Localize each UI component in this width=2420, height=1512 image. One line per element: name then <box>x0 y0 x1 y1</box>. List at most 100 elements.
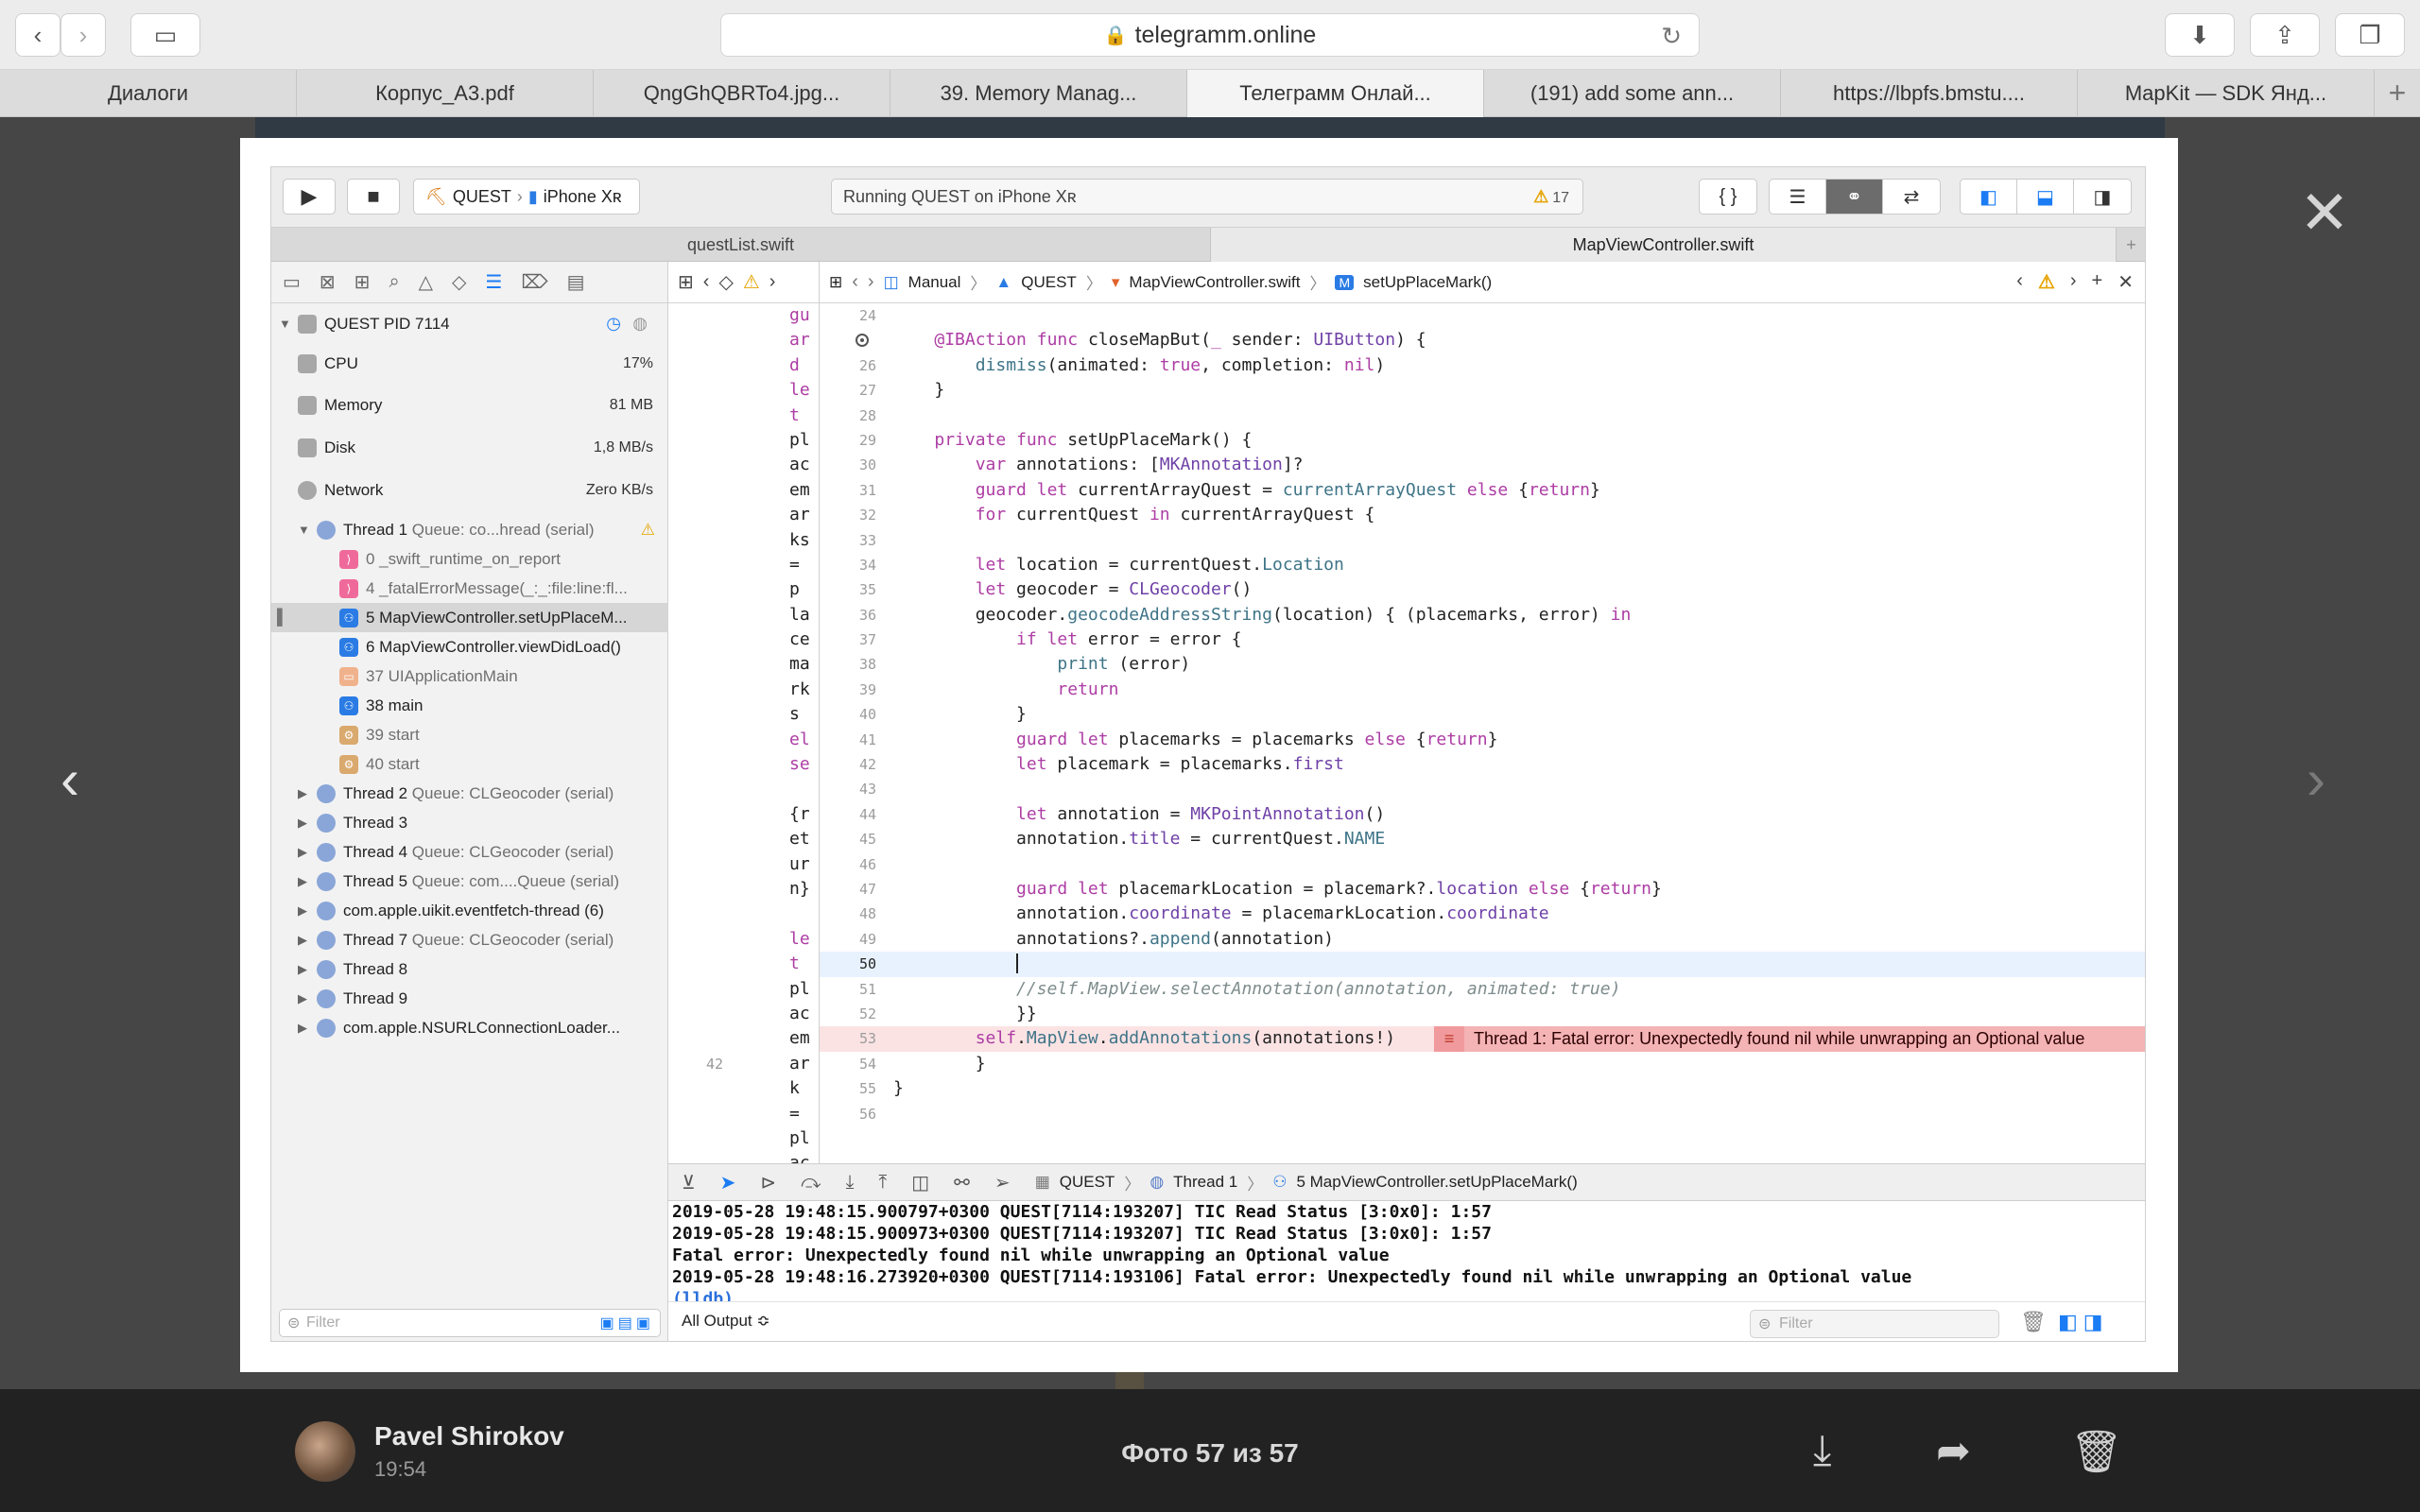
reload-icon[interactable]: ↻ <box>1661 22 1682 51</box>
new-tab-button[interactable]: + <box>2375 70 2420 116</box>
browser-tab[interactable]: Диалоги <box>0 70 297 117</box>
close-icon[interactable]: ✕ <box>2118 270 2134 294</box>
sidebar-toggle-button[interactable]: ▭ <box>130 13 200 57</box>
error-annotation[interactable]: ≡ Thread 1: Fatal error: Unexpectedly fo… <box>1434 1026 2145 1052</box>
code-area[interactable]: 24 @IBAction func closeMapBut(_ sender: … <box>820 303 2145 1126</box>
forward-icon[interactable]: ➦ <box>1936 1427 1971 1475</box>
assistant-editor-icon[interactable]: ⚭ <box>1826 180 1883 214</box>
step-over-icon[interactable]: ⤼ <box>801 1172 821 1194</box>
thread-row[interactable]: ▶ com.apple.uikit.eventfetch-thread (6) <box>271 896 668 925</box>
location-icon[interactable]: ➢ <box>994 1171 1011 1194</box>
jump-bar-item[interactable]: setUpPlaceMark() <box>1363 273 1492 292</box>
step-out-icon[interactable]: ⤒ <box>878 1172 887 1194</box>
editor-tab-mapviewcontroller[interactable]: MapViewController.swift <box>1211 228 2117 262</box>
standard-editor-icon[interactable]: ☰ <box>1770 180 1826 214</box>
inspector-panel-icon[interactable]: ◨ <box>2074 180 2131 214</box>
next-photo-button[interactable]: › <box>2307 747 2325 812</box>
thread-row[interactable]: ▶ Thread 8 <box>271 954 668 984</box>
browser-tab[interactable]: (191) add some ann... <box>1484 70 1781 117</box>
trash-icon[interactable]: 🗑 <box>2020 1310 2047 1334</box>
console-output[interactable]: 2019-05-28 19:48:15.900797+0300 QUEST[71… <box>668 1201 2145 1301</box>
process-options-icon[interactable]: ◍ <box>632 314 648 334</box>
console-filter-input[interactable]: ⊜ Filter <box>1750 1310 1999 1338</box>
grid-icon[interactable]: ⊞ <box>829 273 842 292</box>
jump-bar-item[interactable]: QUEST <box>1021 273 1077 292</box>
downloads-button[interactable]: ⬇ <box>2165 13 2235 57</box>
editor-mode-control[interactable]: ☰ ⚭ ⇄ <box>1769 179 1941 215</box>
gauge-row-cpu[interactable]: CPU 17% <box>271 349 668 378</box>
debug-icon[interactable]: ☰ <box>485 270 502 294</box>
output-selector[interactable]: All Output ≎ <box>682 1312 770 1331</box>
browser-tab[interactable]: Корпус_А3.pdf <box>297 70 594 117</box>
warning-icon[interactable]: ⚠ <box>743 270 760 294</box>
tabs-overview-button[interactable]: ❐ <box>2335 13 2405 57</box>
jump-bar-item[interactable]: Manual <box>908 273 961 292</box>
sender-name[interactable]: Pavel Shirokov <box>374 1421 564 1452</box>
download-icon[interactable]: ⤓ <box>1813 1427 1831 1474</box>
thread-row[interactable]: ▶ Thread 4 Queue: CLGeocoder (serial) <box>271 837 668 867</box>
stack-frame-row-selected[interactable]: ▌ ⚇ 5 MapViewController.setUpPlaceM... <box>271 603 668 632</box>
add-tab-button[interactable]: + <box>2117 228 2145 262</box>
editor-tab-questlist[interactable]: questList.swift <box>271 228 1211 262</box>
jump-bar-item[interactable]: MapViewController.swift <box>1129 273 1300 292</box>
thread-row[interactable]: ▶ Thread 9 <box>271 984 668 1013</box>
browser-tab[interactable]: QngGhQBRTo4.jpg... <box>594 70 890 117</box>
chevron-right-icon[interactable]: › <box>2070 270 2077 294</box>
source-control-icon[interactable]: ⊠ <box>320 270 336 294</box>
thread-row[interactable]: ▶ Thread 2 Queue: CLGeocoder (serial) <box>271 779 668 808</box>
chevron-right-icon[interactable]: › <box>868 271 874 293</box>
test-icon[interactable]: ◇ <box>452 270 466 294</box>
address-bar[interactable]: 🔒 telegramm.online ↻ <box>720 13 1700 57</box>
memory-graph-icon[interactable]: ⚯ <box>954 1171 970 1194</box>
thread-row[interactable]: ▶ Thread 7 Queue: CLGeocoder (serial) <box>271 925 668 954</box>
library-button[interactable]: { } <box>1699 179 1757 215</box>
console-layout-icon[interactable]: ◧◨ <box>2058 1310 2109 1334</box>
gauge-row-network[interactable]: Network Zero KB/s <box>271 475 668 505</box>
stack-frame-row[interactable]: ⟩ 0 _swift_runtime_on_report <box>271 544 668 574</box>
stack-frame-row[interactable]: ⚙ 39 start <box>271 720 668 749</box>
back-button[interactable]: ‹ <box>15 13 60 57</box>
thread-row[interactable]: ▶ Thread 5 Queue: com....Queue (serial) <box>271 867 668 896</box>
close-viewer-button[interactable]: ✕ <box>2299 182 2350 243</box>
symbol-icon[interactable]: ⊞ <box>354 270 371 294</box>
run-button[interactable]: ▶ <box>283 179 336 215</box>
chevron-right-icon[interactable]: › <box>769 271 776 293</box>
version-editor-icon[interactable]: ⇄ <box>1883 180 1940 214</box>
navigator-panel-icon[interactable]: ◧ <box>1961 180 2017 214</box>
gauge-row-disk[interactable]: Disk 1,8 MB/s <box>271 433 668 462</box>
chevron-left-icon[interactable]: ‹ <box>2016 270 2023 294</box>
stack-frame-row[interactable]: ⚇ 38 main <box>271 691 668 720</box>
avatar[interactable] <box>295 1421 355 1482</box>
previous-photo-button[interactable]: ‹ <box>60 747 79 812</box>
stack-frame-row[interactable]: ⚇ 6 MapViewController.viewDidLoad() <box>271 632 668 662</box>
thread-row[interactable]: ▶ Thread 3 <box>271 808 668 837</box>
thread-row[interactable]: ▶ com.apple.NSURLConnectionLoader... <box>271 1013 668 1042</box>
search-icon[interactable]: ⌕ <box>389 271 399 293</box>
continue-icon[interactable]: ⊳ <box>760 1171 776 1194</box>
gauge-row-memory[interactable]: Memory 81 MB <box>271 390 668 420</box>
browser-tab[interactable]: 39. Memory Manag... <box>890 70 1187 117</box>
folder-icon[interactable]: ▭ <box>283 270 301 294</box>
stop-button[interactable]: ■ <box>347 179 400 215</box>
debug-panel-icon[interactable]: ⬓ <box>2017 180 2074 214</box>
chevron-left-icon[interactable]: ‹ <box>852 271 858 293</box>
diamond-icon[interactable]: ◇ <box>718 270 733 294</box>
view-debugger-icon[interactable]: ◫ <box>911 1171 929 1194</box>
panel-toggle-control[interactable]: ◧ ⬓ ◨ <box>1960 179 2132 215</box>
stack-frame-row[interactable]: ▭ 37 UIApplicationMain <box>271 662 668 691</box>
share-button[interactable]: ⇪ <box>2250 13 2320 57</box>
plus-icon[interactable]: + <box>2092 270 2103 294</box>
navigator-filter-input[interactable]: ⊜ Filter ▣▤▣ <box>279 1309 661 1337</box>
breakpoints-toggle-icon[interactable]: ➤ <box>720 1171 736 1194</box>
chevron-left-icon[interactable]: ‹ <box>703 271 710 293</box>
step-into-icon[interactable]: ⤓ <box>846 1172 855 1194</box>
grid-icon[interactable]: ⊞ <box>678 270 694 294</box>
forward-button[interactable]: › <box>60 13 106 57</box>
thread-row-1[interactable]: ▼ Thread 1 Queue: co...hread (serial) ⚠ <box>271 515 668 544</box>
hide-debug-area-icon[interactable]: ⊻ <box>682 1171 696 1194</box>
stack-frame-row[interactable]: ⟩ 4 _fatalErrorMessage(_:_:file:line:fl..… <box>271 574 668 603</box>
issue-icon[interactable]: △ <box>419 270 433 294</box>
report-icon[interactable]: ▤ <box>567 270 585 294</box>
stack-frame-row[interactable]: ⚙ 40 start <box>271 749 668 779</box>
breakpoint-icon[interactable]: ⌦ <box>521 270 547 294</box>
